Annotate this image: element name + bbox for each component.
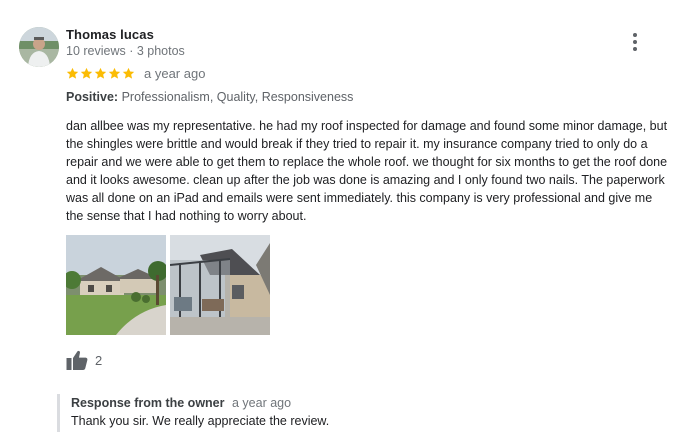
review-highlights: Positive: Professionalism, Quality, Resp… — [66, 90, 353, 104]
helpful-button[interactable]: 2 — [66, 349, 102, 371]
more-options-button[interactable] — [624, 30, 646, 54]
star-icon — [122, 67, 135, 79]
helpful-count: 2 — [95, 352, 103, 368]
star-icon — [108, 67, 121, 79]
review-photo-2[interactable] — [170, 235, 270, 335]
review-date: a year ago — [144, 65, 206, 81]
reviewer-avatar[interactable] — [19, 27, 59, 67]
reviewer-name[interactable]: Thomas lucas — [66, 27, 154, 42]
star-icon — [66, 67, 79, 79]
highlights-label: Positive: — [66, 90, 119, 104]
rating-row: a year ago — [66, 65, 205, 81]
owner-response: Response from the owner a year ago Thank… — [57, 394, 657, 432]
star-icon — [80, 67, 93, 79]
thumbs-up-icon — [66, 350, 88, 370]
reviewer-meta: 10 reviews · 3 photos — [66, 44, 185, 58]
more-vert-icon — [633, 33, 637, 37]
star-icon — [94, 67, 107, 79]
owner-response-header: Response from the owner a year ago — [71, 394, 657, 412]
star-rating — [66, 67, 135, 80]
owner-response-date: a year ago — [231, 396, 292, 410]
owner-response-text: Thank you sir. We really appreciate the … — [71, 414, 330, 428]
owner-response-title: Response from the owner — [71, 396, 225, 410]
review-photo-1[interactable] — [66, 235, 166, 335]
review-text: dan allbee was my representative. he had… — [66, 119, 668, 223]
highlights-value: Professionalism, Quality, Responsiveness — [121, 90, 354, 104]
